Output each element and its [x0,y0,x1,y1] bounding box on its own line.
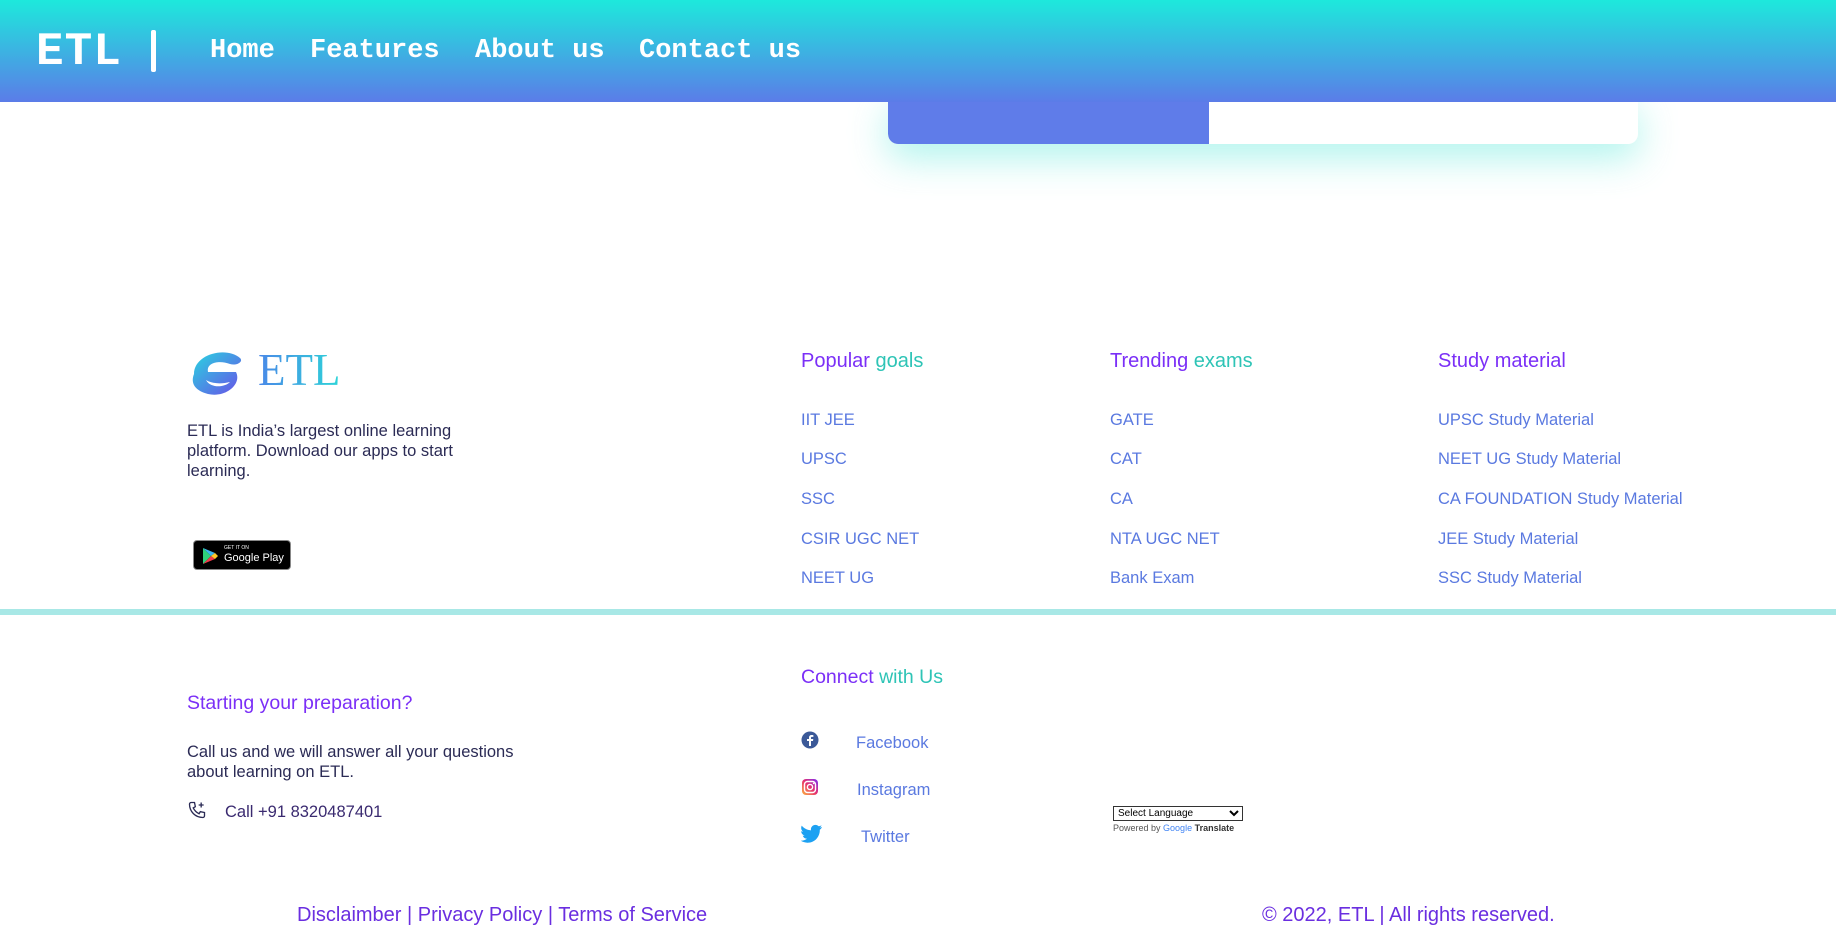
link-upsc-study-material[interactable]: UPSC Study Material [1438,411,1594,430]
nav-about-link[interactable]: About us [475,36,605,66]
instagram-icon[interactable] [801,778,819,796]
content-card-bottom [888,96,1638,144]
link-neet-ug-study-material[interactable]: NEET UG Study Material [1438,450,1621,469]
link-nta-ugc-net[interactable]: NTA UGC NET [1110,530,1220,549]
nav-features-link[interactable]: Features [310,36,440,66]
instagram-link[interactable]: Instagram [857,781,930,800]
powered-by-google-translate: Powered by Google Translate [1113,823,1235,833]
language-select[interactable]: Select Language [1113,806,1243,821]
link-jee-study-material[interactable]: JEE Study Material [1438,530,1578,549]
google-play-badge[interactable]: GET IT ON Google Play [193,540,291,570]
legal-links: Disclaimber | Privacy Policy | Terms of … [297,904,707,927]
link-ca-foundation-study-material[interactable]: CA FOUNDATION Study Material [1438,490,1683,509]
top-navbar: ETL Home Features About us Contact us [0,0,1836,102]
link-iit-jee[interactable]: IIT JEE [801,411,855,430]
facebook-icon[interactable] [801,731,819,749]
phone-icon [188,801,206,819]
footer-logo-text: ETL [258,345,341,395]
start-preparation-heading: Starting your preparation? [187,692,413,714]
link-bank-exam[interactable]: Bank Exam [1110,569,1194,588]
link-neet-ug[interactable]: NEET UG [801,569,874,588]
terms-of-service-link[interactable]: Terms of Service [558,904,707,926]
privacy-policy-link[interactable]: Privacy Policy [418,904,542,926]
google-play-big-text: Google Play [224,552,284,564]
link-upsc[interactable]: UPSC [801,450,847,469]
google-play-small-text: GET IT ON [224,545,249,551]
legal-separator: | [401,904,418,926]
google-play-icon [203,548,218,564]
study-material-heading: Study material [1438,350,1566,372]
copyright-text: © 2022, ETL | All rights reserved. [1262,904,1555,926]
link-gate[interactable]: GATE [1110,411,1154,430]
brand-separator [151,30,156,72]
twitter-link[interactable]: Twitter [861,828,910,847]
facebook-link[interactable]: Facebook [856,734,928,753]
call-us-description: Call us and we will answer all your ques… [187,743,514,781]
link-ca[interactable]: CA [1110,490,1133,509]
footer-divider [0,609,1836,615]
twitter-icon[interactable] [801,824,823,844]
legal-separator: | [542,904,559,926]
card-blue-panel [888,96,1209,144]
link-ssc-study-material[interactable]: SSC Study Material [1438,569,1582,588]
popular-goals-heading: Popular goals [801,350,924,372]
trending-exams-heading: Trending exams [1110,350,1253,372]
nav-home-link[interactable]: Home [210,36,275,66]
brand-logo[interactable]: ETL [36,26,122,78]
link-cat[interactable]: CAT [1110,450,1142,469]
link-ssc[interactable]: SSC [801,490,835,509]
about-description: ETL is India’s largest online learning p… [187,422,453,480]
link-csir-ugc-net[interactable]: CSIR UGC NET [801,530,919,549]
nav-contact-link[interactable]: Contact us [639,36,801,66]
connect-heading: Connect with Us [801,666,943,688]
call-phone-link[interactable]: Call +91 8320487401 [225,803,382,822]
disclaimer-link[interactable]: Disclaimber [297,904,401,926]
